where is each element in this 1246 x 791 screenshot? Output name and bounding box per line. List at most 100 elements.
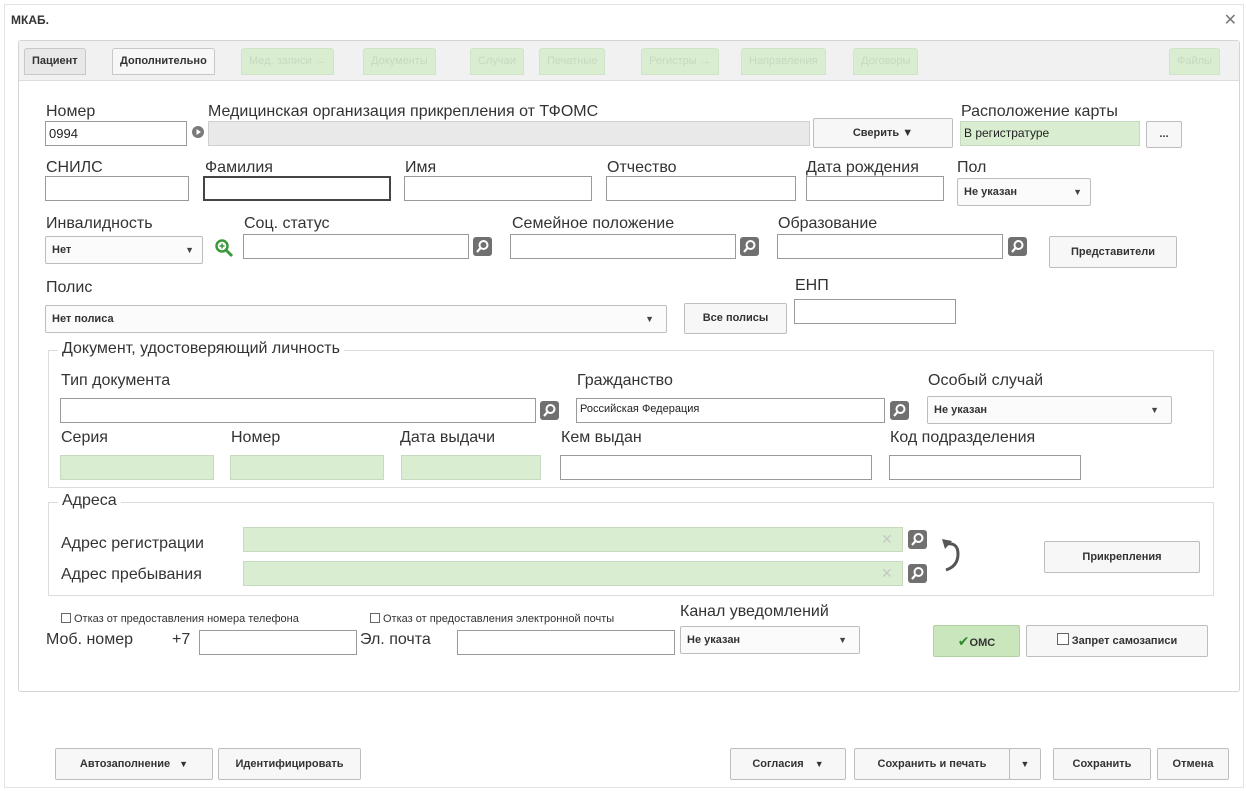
tab-med-records[interactable]: Мед. записи → (241, 48, 334, 75)
doc-type-label: Тип документа (61, 372, 171, 389)
search-icon[interactable] (540, 401, 559, 420)
special-case-select[interactable]: Не указан ▼ (927, 396, 1172, 424)
chevron-down-icon: ▼ (645, 314, 654, 324)
tab-documents[interactable]: Документы (363, 48, 436, 75)
tab-bar: Пациент Дополнительно Мед. записи → Доку… (19, 41, 1239, 81)
save-button[interactable]: Сохранить (1053, 748, 1151, 780)
series-field[interactable] (60, 455, 214, 480)
search-icon[interactable] (908, 530, 927, 549)
social-label: Соц. статус (244, 215, 330, 232)
issued-by-field[interactable] (560, 455, 872, 480)
address-legend: Адреса (58, 492, 121, 510)
play-icon[interactable] (192, 126, 204, 138)
patronymic-label: Отчество (607, 159, 677, 176)
birthdate-field[interactable] (806, 176, 944, 201)
education-label: Образование (778, 215, 878, 232)
social-field[interactable] (243, 234, 469, 259)
sex-select[interactable]: Не указан ▼ (957, 178, 1091, 206)
division-code-field[interactable] (889, 455, 1081, 480)
surname-field[interactable] (203, 176, 391, 201)
autofill-button[interactable]: Автозаполнение ▼ (55, 748, 213, 780)
disability-select[interactable]: Нет ▼ (45, 236, 203, 264)
stay-address-field[interactable] (243, 561, 903, 586)
oms-button[interactable]: ✔ОМС (933, 625, 1020, 657)
chevron-down-icon: ▼ (1073, 187, 1082, 197)
enp-field[interactable] (794, 299, 956, 324)
refuse-email-checkbox[interactable]: Отказ от предоставления электронной почт… (370, 613, 614, 625)
ban-self-booking-label: Запрет самозаписи (1071, 635, 1178, 647)
surname-label: Фамилия (205, 159, 273, 176)
mobile-label: Моб. номер (46, 631, 133, 648)
chevron-down-icon: ▼ (838, 635, 847, 645)
location-field[interactable]: В регистратуре (960, 121, 1140, 146)
enp-label: ЕНП (795, 277, 829, 294)
document-legend: Документ, удостоверяющий личность (58, 340, 344, 358)
citizenship-label: Гражданство (577, 372, 673, 389)
policy-select[interactable]: Нет полиса ▼ (45, 305, 667, 333)
mobile-prefix: +7 (172, 631, 191, 648)
snils-field[interactable] (45, 176, 189, 201)
sex-value: Не указан (964, 186, 1018, 198)
tab-additional[interactable]: Дополнительно (112, 48, 215, 75)
consents-label: Согласия (752, 758, 804, 770)
refuse-phone-label: Отказ от предоставления номера телефона (74, 613, 299, 625)
identify-button[interactable]: Идентифицировать (218, 748, 361, 780)
clear-icon[interactable]: ✕ (881, 531, 893, 548)
window-title: МКАБ. (11, 13, 49, 27)
education-field[interactable] (777, 234, 1003, 259)
cancel-button[interactable]: Отмена (1157, 748, 1229, 780)
copy-address-icon[interactable] (936, 536, 966, 576)
attachments-button[interactable]: Прикрепления (1044, 541, 1200, 573)
issue-date-field[interactable] (401, 455, 541, 480)
tab-referrals[interactable]: Направления (741, 48, 826, 75)
tab-print[interactable]: Печатные (539, 48, 606, 75)
search-icon[interactable] (890, 401, 909, 420)
title-bar: МКАБ. ✕ (5, 5, 1243, 35)
reg-address-field[interactable] (243, 527, 903, 552)
chevron-down-icon: ▼ (814, 759, 824, 769)
sex-label: Пол (957, 159, 987, 176)
refuse-phone-checkbox[interactable]: Отказ от предоставления номера телефона (61, 613, 299, 625)
channel-select[interactable]: Не указан ▼ (680, 626, 860, 654)
ban-self-booking-checkbox (1056, 633, 1072, 647)
clear-icon[interactable]: ✕ (881, 565, 893, 582)
tab-files[interactable]: Файлы (1169, 48, 1220, 75)
search-icon[interactable] (473, 237, 492, 256)
tab-patient[interactable]: Пациент (24, 48, 86, 75)
email-label: Эл. почта (360, 631, 431, 648)
zoom-in-icon[interactable] (214, 238, 234, 258)
patronymic-field[interactable] (606, 176, 796, 201)
tab-cases[interactable]: Случаи (470, 48, 524, 75)
name-field[interactable] (404, 176, 592, 201)
doc-number-field[interactable] (230, 455, 384, 480)
all-policies-button[interactable]: Все полисы (684, 303, 787, 334)
division-code-label: Код подразделения (890, 429, 1036, 446)
email-field[interactable] (457, 630, 675, 655)
representatives-button[interactable]: Представители (1049, 236, 1177, 268)
consents-button[interactable]: Согласия ▼ (730, 748, 846, 780)
channel-value: Не указан (687, 634, 741, 646)
search-icon[interactable] (908, 564, 927, 583)
doc-number-label: Номер (231, 429, 281, 446)
search-icon[interactable] (1008, 237, 1027, 256)
close-icon[interactable]: ✕ (1224, 10, 1237, 30)
family-label: Семейное положение (512, 215, 675, 232)
search-icon[interactable] (740, 237, 759, 256)
location-select-button[interactable]: ... (1146, 121, 1182, 148)
family-field[interactable] (510, 234, 736, 259)
mobile-field[interactable] (199, 630, 357, 655)
tab-registers[interactable]: Регистры → (641, 48, 719, 75)
save-print-button[interactable]: Сохранить и печать (854, 748, 1010, 780)
tab-contracts[interactable]: Договоры (853, 48, 919, 75)
save-print-dropdown[interactable]: ▼ (1009, 748, 1041, 780)
policy-value: Нет полиса (52, 313, 114, 325)
doc-type-field[interactable] (60, 398, 536, 423)
number-field[interactable]: 0994 (45, 121, 187, 146)
snils-label: СНИЛС (46, 159, 103, 176)
chevron-down-icon: ▼ (185, 245, 194, 255)
ban-self-booking-button[interactable]: Запрет самозаписи (1026, 625, 1208, 657)
channel-label: Канал уведомлений (680, 603, 829, 620)
mo-field[interactable] (208, 121, 810, 146)
citizenship-field[interactable]: Российская Федерация (576, 398, 885, 423)
check-button[interactable]: Сверить ▼ (813, 118, 953, 148)
